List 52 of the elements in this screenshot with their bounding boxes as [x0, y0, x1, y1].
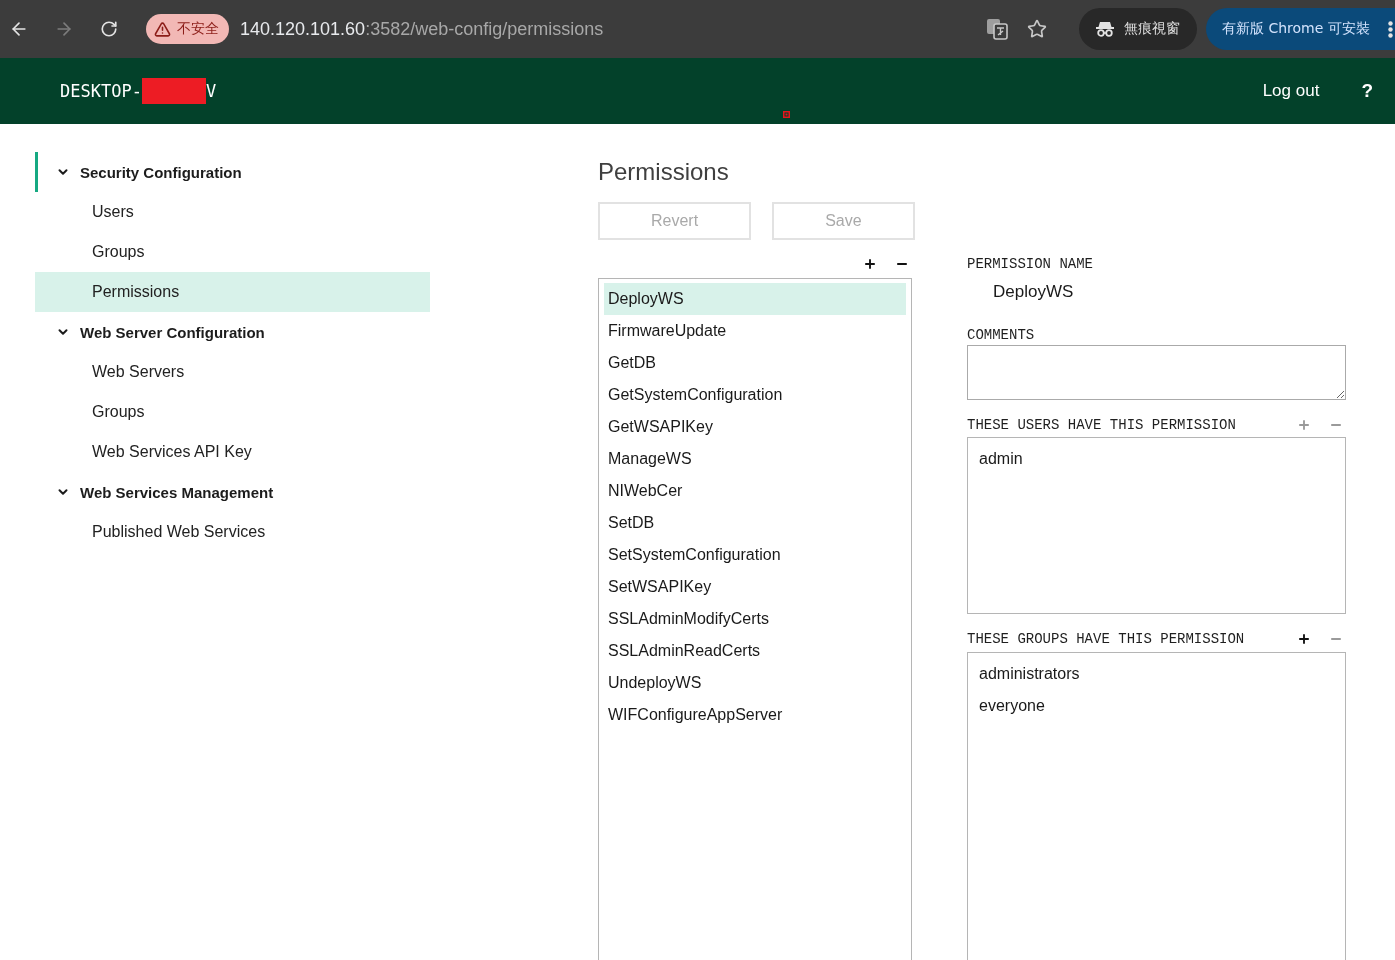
list-item[interactable]: WIFConfigureAppServer: [604, 699, 906, 731]
incognito-icon: [1096, 21, 1114, 37]
list-item[interactable]: DeployWS: [604, 283, 906, 315]
permission-name-value: DeployWS: [992, 281, 1075, 303]
field-label: THESE USERS HAVE THIS PERMISSION: [967, 416, 1236, 435]
list-item[interactable]: FirmwareUpdate: [604, 315, 906, 347]
translate-icon: [986, 18, 1008, 40]
list-item[interactable]: GetSystemConfiguration: [604, 379, 906, 411]
list-item[interactable]: GetWSAPIKey: [604, 411, 906, 443]
address-bar-url[interactable]: 140.120.101.60:3582/web-config/permissions: [240, 18, 604, 40]
field-label: PERMISSION NAME: [967, 255, 1094, 274]
list-item[interactable]: SSLAdminReadCerts: [604, 635, 906, 667]
list-item[interactable]: UndeployWS: [604, 667, 906, 699]
sidebar-item[interactable]: Permissions: [35, 272, 430, 312]
reload-icon: [100, 20, 118, 38]
hostname-text: DESKTOP-: [60, 81, 142, 101]
square-marker-icon: [783, 111, 790, 118]
sidebar-item[interactable]: Groups: [35, 392, 430, 432]
incognito-chip[interactable]: 無痕視窗: [1079, 8, 1197, 50]
update-button[interactable]: 有新版 Chrome 可安裝: [1206, 8, 1395, 50]
page-title: Permissions: [598, 157, 730, 187]
list-item[interactable]: SetSystemConfiguration: [604, 539, 906, 571]
field-label: COMMENTS: [967, 326, 1035, 345]
sidebar-item[interactable]: Groups: [35, 232, 430, 272]
plus-icon: [1297, 632, 1311, 646]
list-item[interactable]: SetDB: [604, 507, 906, 539]
sidebar-item[interactable]: Web Services API Key: [35, 432, 430, 472]
list-item[interactable]: SetWSAPIKey: [604, 571, 906, 603]
list-item[interactable]: SSLAdminModifyCerts: [604, 603, 906, 635]
logout-link[interactable]: Log out: [1262, 81, 1320, 101]
list-item[interactable]: ManageWS: [604, 443, 906, 475]
sidebar-item[interactable]: Users: [35, 192, 430, 232]
sidebar-section[interactable]: Web Server Configuration: [35, 312, 430, 352]
warning-icon: [154, 20, 171, 38]
kebab-menu-icon: [1388, 20, 1393, 38]
list-item[interactable]: administrators: [973, 658, 1340, 690]
list-item[interactable]: NIWebCer: [604, 475, 906, 507]
help-button[interactable]: ?: [1359, 80, 1375, 102]
list-item[interactable]: GetDB: [604, 347, 906, 379]
sidebar-section[interactable]: Security Configuration: [35, 152, 430, 192]
field-label: THESE GROUPS HAVE THIS PERMISSION: [967, 630, 1245, 649]
sidebar-section[interactable]: Web Services Management: [35, 472, 430, 512]
sidebar-item[interactable]: Web Servers: [35, 352, 430, 392]
star-icon: [1027, 19, 1047, 39]
comments-field[interactable]: [967, 345, 1346, 400]
plus-icon: [1297, 418, 1311, 432]
hostname-text: V: [205, 81, 217, 101]
list-item[interactable]: everyone: [973, 690, 1340, 722]
list-item[interactable]: admin: [973, 443, 1340, 475]
security-chip[interactable]: 不安全: [146, 14, 229, 44]
sidebar-item[interactable]: Published Web Services: [35, 512, 430, 552]
plus-icon: [863, 257, 877, 271]
